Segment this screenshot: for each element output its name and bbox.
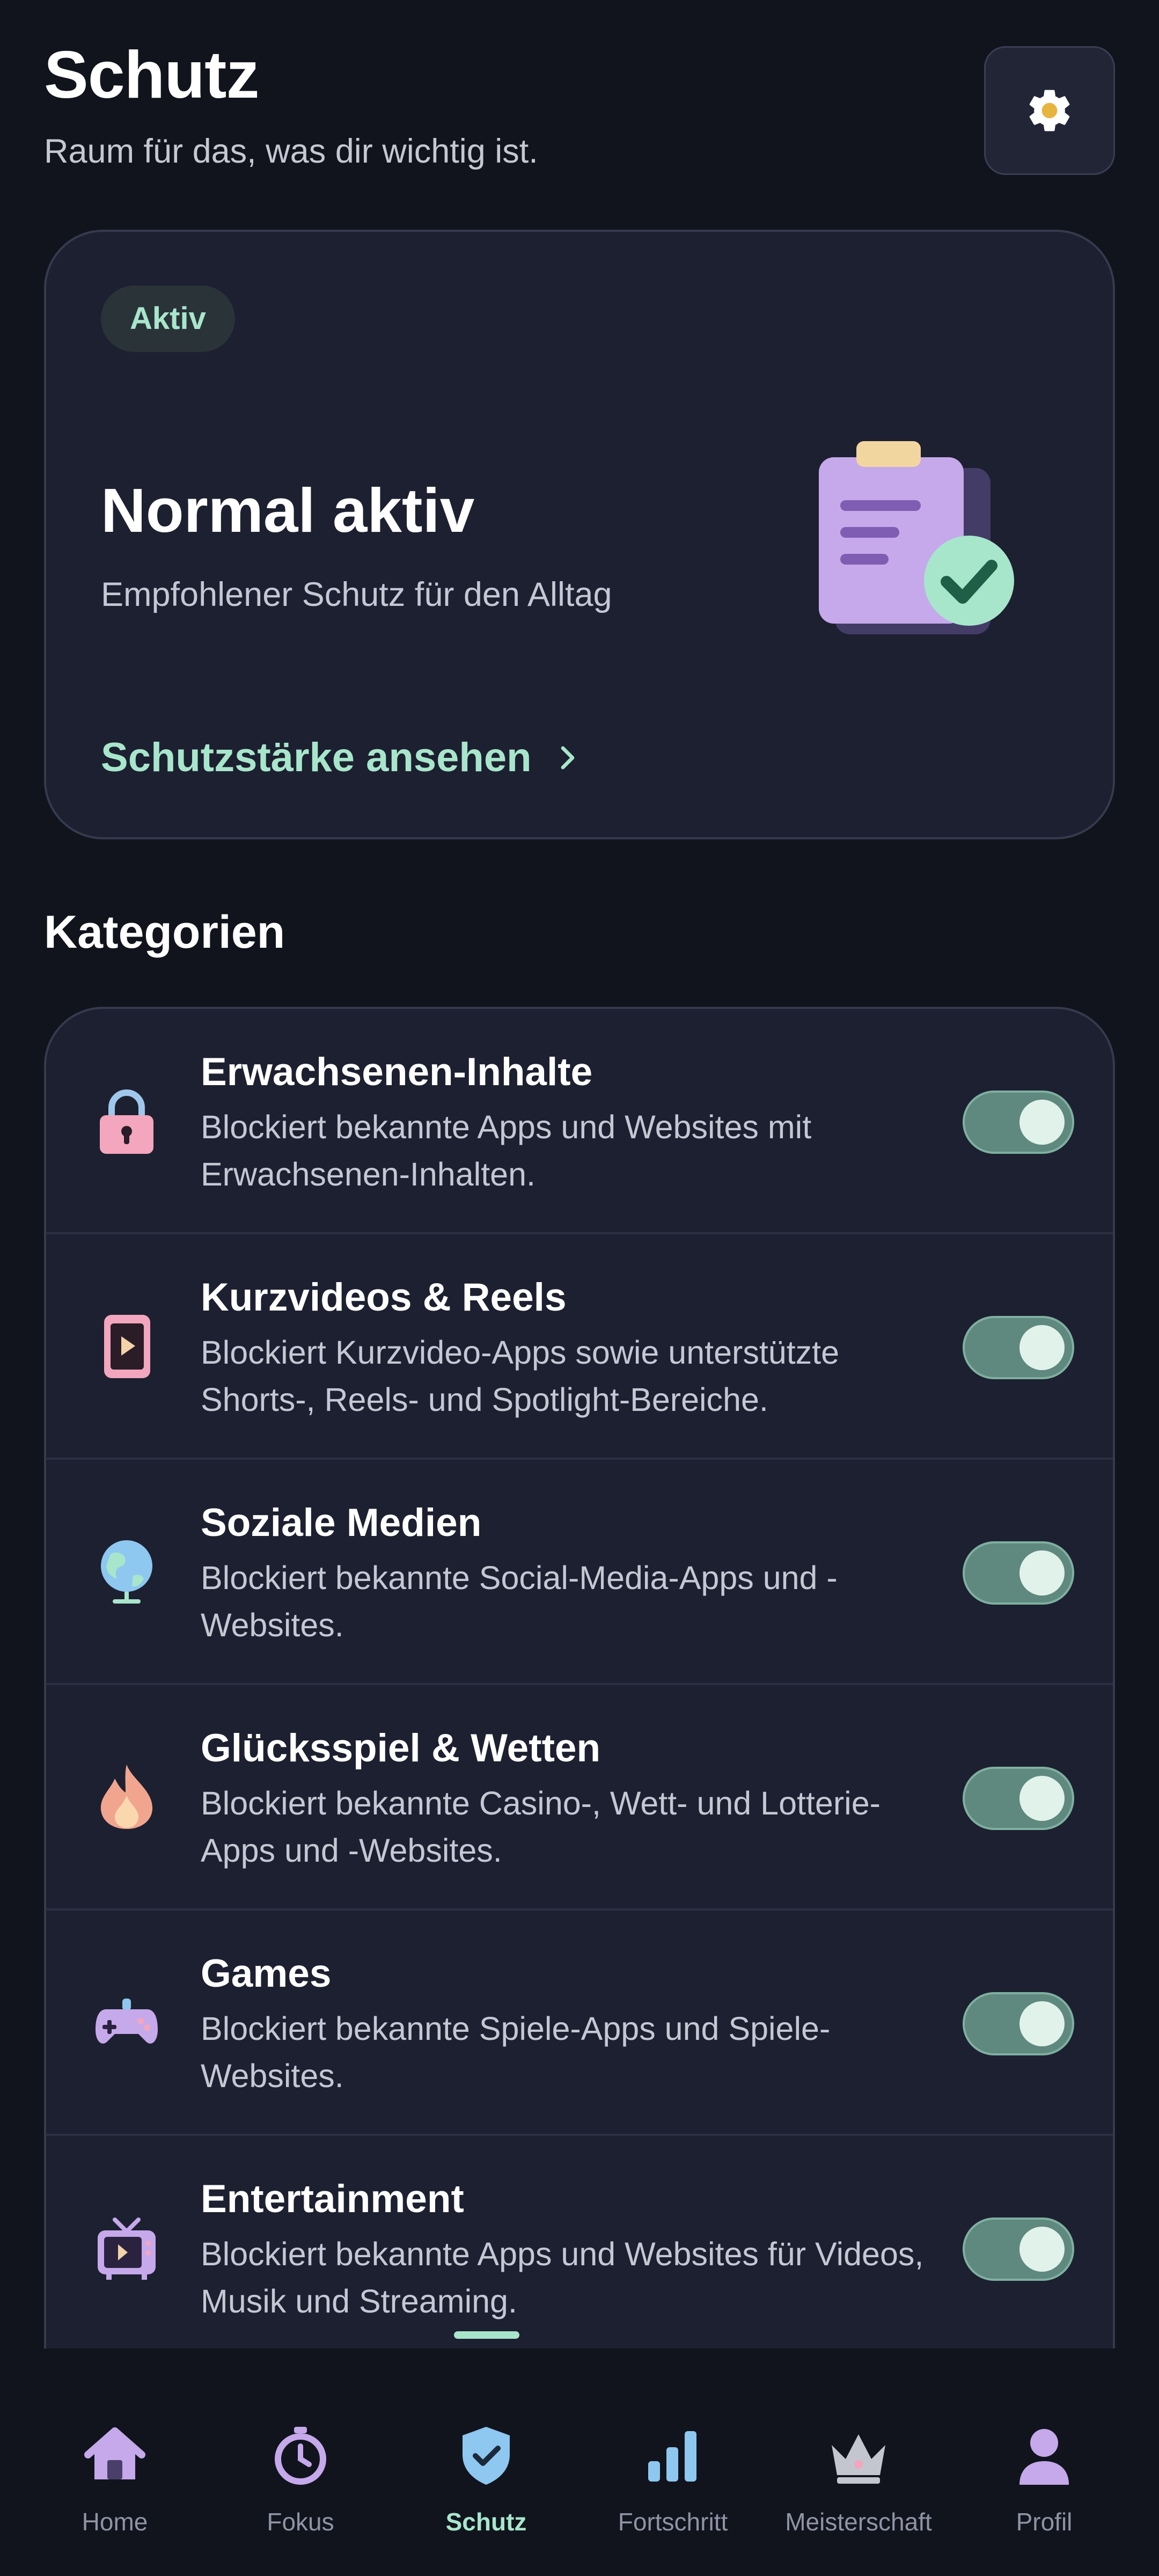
category-title: Kurzvideos & Reels (201, 1276, 567, 1319)
category-row-games: Games Blockiert bekannte Spiele-Apps und… (46, 1911, 1113, 2136)
nav-item-protection[interactable]: Schutz (395, 2424, 577, 2536)
mode-title: Normal aktiv (101, 475, 475, 545)
category-description: Blockiert bekannte Spiele-Apps und Spiel… (201, 2010, 831, 2094)
nav-item-mastery[interactable]: Meisterschaft (767, 2424, 950, 2536)
settings-button[interactable] (984, 46, 1115, 175)
tv-icon (98, 2218, 156, 2280)
scroll-indicator (454, 2331, 519, 2339)
category-title: Soziale Medien (201, 1501, 482, 1545)
category-title: Erwachsenen-Inhalte (201, 1050, 593, 1094)
nav-item-focus[interactable]: Fokus (209, 2424, 392, 2536)
category-description: Blockiert bekannte Casino-, Wett- und Lo… (201, 1785, 881, 1869)
nav-label: Home (82, 2508, 148, 2536)
stopwatch-icon (275, 2427, 326, 2485)
person-icon (1019, 2429, 1069, 2485)
nav-item-profile[interactable]: Profil (953, 2424, 1135, 2536)
nav-label: Meisterschaft (785, 2508, 932, 2536)
status-badge: Aktiv (101, 286, 235, 352)
bottom-nav: Home Fokus Schutz Fortschritt Meistersch… (0, 2348, 1159, 2576)
shield-icon (463, 2427, 510, 2485)
nav-item-progress[interactable]: Fortschritt (582, 2424, 764, 2536)
toggle-entertainment[interactable] (963, 2218, 1074, 2281)
toggle-adult[interactable] (963, 1091, 1074, 1154)
chevron-right-icon (561, 746, 574, 769)
phone-video-icon (104, 1315, 150, 1378)
toggle-short-videos[interactable] (963, 1316, 1074, 1379)
category-description: Blockiert bekannte Social-Media-Apps und… (201, 1560, 838, 1643)
nav-label: Schutz (445, 2508, 527, 2536)
category-title: Games (201, 1952, 332, 1995)
toggle-knob (1019, 1325, 1065, 1370)
flame-icon (100, 1765, 153, 1829)
nav-label: Fortschritt (618, 2508, 728, 2536)
page-header: Schutz Raum für das, was dir wichtig ist… (44, 42, 1115, 187)
toggle-knob (1019, 1100, 1065, 1145)
nav-label: Fokus (267, 2508, 334, 2536)
category-row-gambling: Glücksspiel & Wetten Blockiert bekannte … (46, 1685, 1113, 1911)
category-row-social-media: Soziale Medien Blockiert bekannte Social… (46, 1460, 1113, 1685)
crown-icon (832, 2434, 885, 2484)
category-description: Blockiert bekannte Apps und Websites für… (201, 2236, 924, 2319)
toggle-knob (1019, 2001, 1065, 2046)
page-title: Schutz (44, 38, 259, 112)
category-row-adult: Erwachsenen-Inhalte Blockiert bekannte A… (46, 1009, 1113, 1234)
mode-description: Empfohlener Schutz für den Alltag (101, 576, 612, 613)
home-icon (84, 2427, 145, 2479)
lock-icon (100, 1089, 153, 1154)
category-row-entertainment: Entertainment Blockiert bekannte Apps un… (46, 2136, 1113, 2348)
category-title: Glücksspiel & Wetten (201, 1726, 601, 1770)
gear-icon (1029, 90, 1070, 131)
category-title: Entertainment (201, 2177, 464, 2221)
category-list: Erwachsenen-Inhalte Blockiert bekannte A… (44, 1007, 1115, 2348)
categories-title: Kategorien (44, 906, 285, 958)
clipboard-check-icon (819, 441, 1014, 634)
globe-icon (101, 1540, 152, 1604)
category-description: Blockiert Kurzvideo-Apps sowie unterstüt… (201, 1334, 840, 1418)
toggle-games[interactable] (963, 1992, 1074, 2055)
category-description: Blockiert bekannte Apps und Websites mit… (201, 1109, 812, 1192)
gamepad-icon (96, 1999, 158, 2044)
page-subtitle: Raum für das, was dir wichtig ist. (44, 133, 538, 170)
nav-label: Profil (1016, 2508, 1073, 2536)
protection-status-card: Aktiv Normal aktiv Empfohlener Schutz fü… (44, 230, 1115, 839)
toggle-knob (1019, 1550, 1065, 1596)
category-row-short-videos: Kurzvideos & Reels Blockiert Kurzvideo-A… (46, 1234, 1113, 1460)
nav-item-home[interactable]: Home (24, 2424, 206, 2536)
toggle-gambling[interactable] (963, 1767, 1074, 1830)
bar-chart-icon (648, 2431, 696, 2482)
view-protection-strength-link[interactable]: Schutzstärke ansehen (101, 734, 582, 781)
toggle-social-media[interactable] (963, 1541, 1074, 1605)
toggle-knob (1019, 1776, 1065, 1821)
view-protection-strength-label: Schutzstärke ansehen (101, 735, 532, 780)
toggle-knob (1019, 2227, 1065, 2272)
